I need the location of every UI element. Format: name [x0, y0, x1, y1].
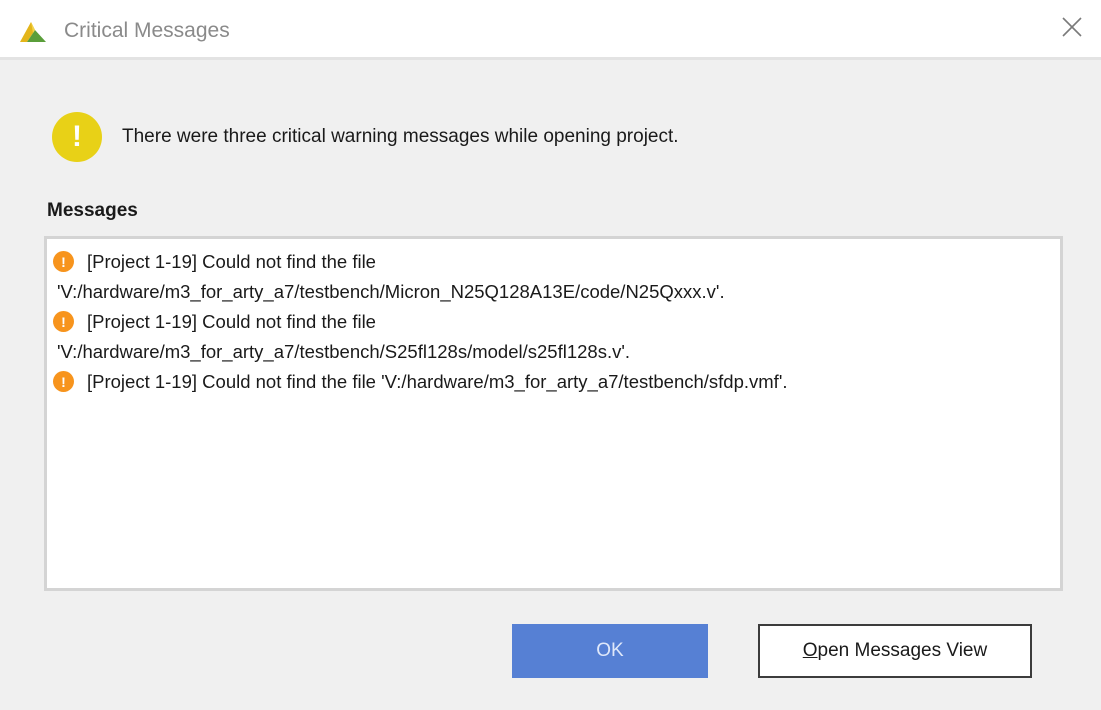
message-path: 'V:/hardware/m3_for_arty_a7/testbench/Mi…: [57, 281, 725, 302]
ok-button[interactable]: OK: [512, 624, 708, 678]
summary-text: There were three critical warning messag…: [122, 126, 679, 147]
open-messages-view-button[interactable]: Open Messages View: [758, 624, 1032, 678]
button-mnemonic: O: [802, 640, 818, 661]
window-title: Critical Messages: [64, 19, 230, 42]
title-bar: Critical Messages: [0, 0, 1101, 60]
message-text: [Project 1-19] Could not find the file '…: [87, 371, 788, 392]
button-label: pen Messages View: [817, 640, 988, 661]
list-item[interactable]: ! [Project 1-19] Could not find the file…: [47, 307, 1060, 367]
messages-label: Messages: [47, 200, 138, 221]
message-text: [Project 1-19] Could not find the file: [87, 311, 376, 332]
list-item[interactable]: ! [Project 1-19] Could not find the file…: [47, 247, 1060, 307]
critical-warning-icon: !: [53, 371, 74, 392]
critical-warning-icon: !: [53, 251, 74, 272]
message-path: 'V:/hardware/m3_for_arty_a7/testbench/S2…: [57, 341, 631, 362]
warning-icon: !: [52, 112, 102, 162]
message-text: [Project 1-19] Could not find the file: [87, 251, 376, 272]
critical-messages-dialog: Critical Messages ! There were three cri…: [0, 0, 1101, 710]
close-icon[interactable]: [1057, 12, 1087, 42]
messages-list[interactable]: ! [Project 1-19] Could not find the file…: [44, 236, 1063, 591]
vivado-logo-icon: [18, 20, 48, 44]
list-item[interactable]: ! [Project 1-19] Could not find the file…: [47, 367, 1060, 397]
critical-warning-icon: !: [53, 311, 74, 332]
summary-row: ! There were three critical warning mess…: [52, 112, 679, 162]
